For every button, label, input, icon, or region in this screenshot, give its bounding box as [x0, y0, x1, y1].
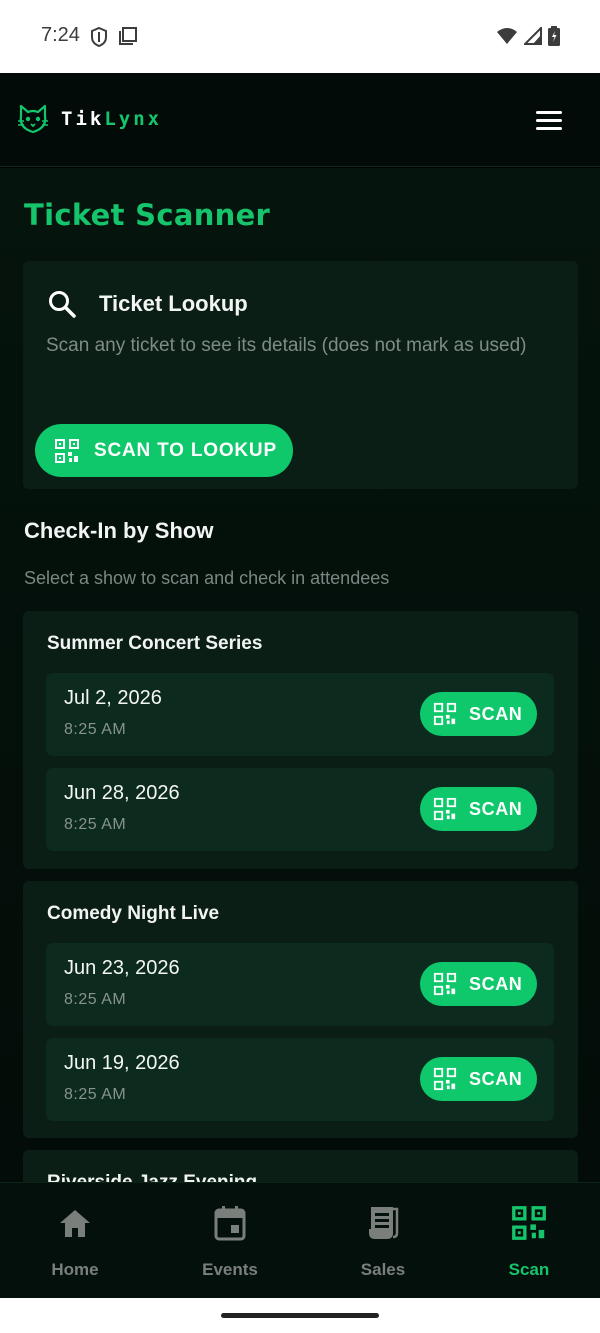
show-time: 8:25 AM: [64, 816, 127, 833]
nav-home-label: Home: [51, 1260, 99, 1279]
lookup-title: Ticket Lookup: [99, 291, 248, 316]
scan-button[interactable]: SCAN: [420, 692, 537, 736]
status-bar: 7:24: [0, 0, 600, 73]
show-time: 8:25 AM: [64, 991, 127, 1008]
status-time: 7:24: [41, 24, 80, 46]
scan-button-label: SCAN: [469, 1068, 523, 1089]
brand-name-suffix: Lynx: [104, 108, 163, 130]
lookup-header: Ticket Lookup: [47, 289, 248, 319]
show-time: 8:25 AM: [64, 721, 127, 738]
status-icons-right: [496, 26, 560, 46]
scan-button-label: SCAN: [469, 798, 523, 819]
nav-sales[interactable]: Sales: [323, 1203, 443, 1280]
checkin-title: Check-In by Show: [24, 518, 214, 543]
qr-scan-icon: [433, 972, 457, 996]
battery-icon: [548, 26, 560, 46]
lookup-description: Scan any ticket to see its details (does…: [46, 335, 527, 356]
wifi-icon: [497, 28, 517, 44]
show-date: Jun 28, 2026: [64, 782, 180, 804]
nav-scan[interactable]: Scan: [469, 1203, 589, 1280]
show-card: Summer Concert Series Jul 2, 2026 8:25 A…: [23, 611, 578, 869]
qr-scan-icon: [55, 438, 79, 463]
home-icon: [60, 1210, 90, 1237]
show-date: Jul 2, 2026: [64, 687, 162, 709]
show-card: Riverside Jazz Evening: [23, 1150, 578, 1182]
nav-scan-label: Scan: [508, 1260, 550, 1279]
show-date-row: Jun 28, 2026 8:25 AM SCAN: [46, 768, 554, 851]
page-title: Ticket Scanner: [24, 198, 271, 232]
app-header: TikLynx: [0, 73, 600, 167]
status-icons-left: [90, 26, 138, 48]
show-name: Summer Concert Series: [47, 633, 263, 654]
show-name: Riverside Jazz Evening: [47, 1172, 257, 1182]
cat-logo-icon: [18, 104, 48, 134]
brand-logo[interactable]: TikLynx: [17, 104, 162, 134]
scan-button[interactable]: SCAN: [420, 787, 537, 831]
hamburger-menu-icon[interactable]: [536, 111, 562, 131]
brand-name-prefix: Tik: [61, 108, 105, 130]
scan-button[interactable]: SCAN: [420, 1057, 537, 1101]
calendar-icon: [214, 1206, 246, 1241]
receipt-icon: [369, 1207, 399, 1239]
ticket-lookup-card: Ticket Lookup Scan any ticket to see its…: [23, 261, 578, 489]
qr-scan-icon: [512, 1206, 546, 1240]
show-card: Comedy Night Live Jun 23, 2026 8:25 AM S…: [23, 881, 578, 1138]
gesture-area: [0, 1298, 600, 1333]
bottom-nav: Home Events Sales Scan: [0, 1182, 600, 1298]
show-date-row: Jun 19, 2026 8:25 AM SCAN: [46, 1038, 554, 1121]
nav-home[interactable]: Home: [15, 1203, 135, 1280]
nav-sales-label: Sales: [360, 1260, 406, 1279]
copy-icon: [119, 27, 137, 45]
show-date: Jun 23, 2026: [64, 957, 180, 979]
gesture-bar[interactable]: [221, 1313, 379, 1318]
show-name: Comedy Night Live: [47, 903, 220, 924]
scan-button-label: SCAN: [469, 703, 523, 724]
main-content[interactable]: Ticket Scanner Ticket Lookup Scan any ti…: [0, 168, 600, 1182]
nav-events[interactable]: Events: [170, 1203, 290, 1280]
brand-name: TikLynx: [61, 108, 162, 130]
show-date-row: Jul 2, 2026 8:25 AM SCAN: [46, 673, 554, 756]
qr-scan-icon: [433, 702, 457, 726]
show-time: 8:25 AM: [64, 1086, 127, 1103]
qr-scan-icon: [433, 1067, 457, 1091]
scan-to-lookup-button[interactable]: SCAN TO LOOKUP: [35, 424, 293, 477]
scan-button[interactable]: SCAN: [420, 962, 537, 1006]
show-date: Jun 19, 2026: [64, 1052, 180, 1074]
scan-to-lookup-label: SCAN TO LOOKUP: [94, 439, 277, 461]
nav-events-label: Events: [202, 1260, 258, 1279]
search-icon: [49, 291, 76, 318]
qr-scan-icon: [433, 797, 457, 821]
show-date-row: Jun 23, 2026 8:25 AM SCAN: [46, 943, 554, 1026]
scan-button-label: SCAN: [469, 973, 523, 994]
signal-icon: [524, 27, 542, 45]
checkin-subtitle: Select a show to scan and check in atten…: [24, 568, 390, 588]
shield-icon: [91, 26, 107, 48]
